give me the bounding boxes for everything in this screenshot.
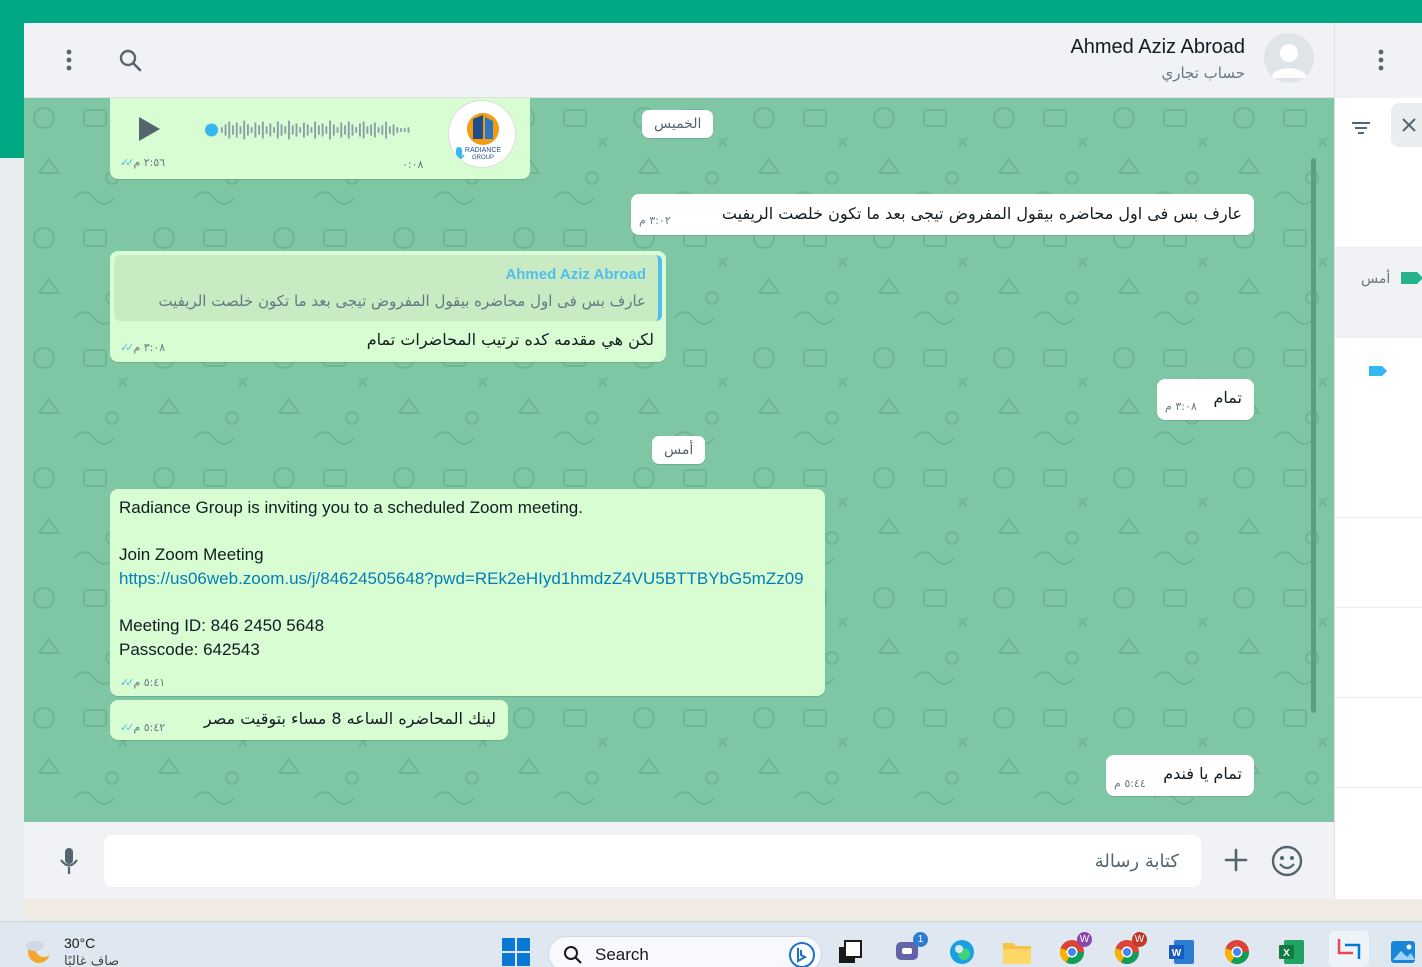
voice-timestamp: ٢:٥٦ م ✓✓ bbox=[120, 156, 166, 169]
message-timestamp: ٥:٤٤ م bbox=[1114, 777, 1146, 790]
chat-scrollbar[interactable] bbox=[1310, 98, 1318, 718]
read-ticks-icon: ✓✓ bbox=[120, 721, 135, 734]
label-tag-icon bbox=[1401, 270, 1422, 289]
menu-dots-icon[interactable] bbox=[1369, 47, 1393, 73]
outgoing-message[interactable]: تمام يا فندم ٥:٤٤ م bbox=[1106, 755, 1254, 796]
teams-chat-icon[interactable]: 1 bbox=[892, 932, 928, 967]
chat-messages-area[interactable]: ٠:٠٨ ٢:٥٦ م ✓✓ RADIANCE GROUP الخميس عارف… bbox=[24, 98, 1334, 822]
chrome-profile-badge: W bbox=[1077, 932, 1092, 947]
chat-list-item[interactable] bbox=[1335, 608, 1422, 698]
message-timestamp: ٥:٤١ م ✓✓ bbox=[120, 676, 166, 689]
chat-list-item[interactable] bbox=[1335, 338, 1422, 518]
quoted-message[interactable]: Ahmed Aziz Abroad عارف بس فى اول محاضره … bbox=[114, 255, 662, 321]
taskbar-search[interactable]: Search bbox=[548, 936, 822, 967]
contact-subtitle: حساب تجاري bbox=[1161, 64, 1245, 82]
contact-name[interactable]: Ahmed Aziz Abroad bbox=[1070, 36, 1245, 59]
search-icon[interactable] bbox=[117, 47, 143, 73]
chrome-profile-badge: W bbox=[1132, 932, 1147, 947]
chat-scrollbar-thumb[interactable] bbox=[1311, 158, 1316, 713]
incoming-message[interactable]: لينك المحاضره الساعه 8 مساء بتوقيت مصر ٥… bbox=[110, 700, 508, 740]
svg-text:RADIANCE: RADIANCE bbox=[465, 147, 502, 154]
message-text: لينك المحاضره الساعه 8 مساء بتوقيت مصر bbox=[203, 709, 496, 728]
read-ticks-icon: ✓✓ bbox=[120, 676, 135, 689]
weather-temp: 30°C bbox=[64, 935, 96, 951]
mic-badge-icon bbox=[451, 145, 467, 167]
attach-plus-icon[interactable] bbox=[1223, 847, 1249, 873]
chat-list-header bbox=[1335, 23, 1422, 98]
edge-icon[interactable] bbox=[946, 936, 978, 967]
chat-list-item[interactable] bbox=[1335, 158, 1422, 248]
chrome-profile-2-icon[interactable]: W bbox=[1111, 932, 1147, 967]
chrome-profile-3-icon[interactable] bbox=[1221, 936, 1253, 967]
emoji-icon[interactable] bbox=[1270, 844, 1304, 878]
chat-list-item-active[interactable]: أمس bbox=[1335, 248, 1422, 338]
chat-list-item[interactable] bbox=[1335, 518, 1422, 608]
incoming-zoom-message[interactable]: Radiance Group is inviting you to a sche… bbox=[110, 489, 825, 696]
date-separator-thursday: الخميس bbox=[642, 110, 714, 138]
app-left-strip bbox=[0, 23, 24, 158]
contact-avatar[interactable] bbox=[1264, 33, 1314, 83]
svg-text:X: X bbox=[1283, 948, 1290, 959]
zoom-meeting-id: Meeting ID: 846 2450 5648 bbox=[119, 616, 325, 635]
chat-header[interactable]: Ahmed Aziz Abroad حساب تجاري bbox=[24, 23, 1334, 98]
teams-badge: 1 bbox=[913, 932, 928, 947]
voice-waveform[interactable] bbox=[205, 118, 415, 142]
message-text: تمام bbox=[1213, 388, 1242, 407]
voice-duration: ٠:٠٨ bbox=[402, 158, 424, 171]
message-text: تمام يا فندم bbox=[1163, 764, 1242, 783]
menu-dots-icon[interactable] bbox=[57, 48, 81, 72]
app-top-strip bbox=[0, 0, 1422, 23]
close-search-button[interactable] bbox=[1391, 103, 1422, 147]
chrome-profile-1-icon[interactable]: W bbox=[1056, 932, 1092, 967]
excel-icon[interactable]: X bbox=[1276, 936, 1308, 967]
task-view-icon[interactable] bbox=[834, 936, 866, 967]
message-composer bbox=[24, 822, 1334, 899]
message-text: عارف بس فى اول محاضره بيقول المفروض تيجى… bbox=[721, 204, 1242, 223]
outgoing-message[interactable]: عارف بس فى اول محاضره بيقول المفروض تيجى… bbox=[631, 194, 1254, 235]
message-timestamp: ٥:٤٢ م ✓✓ bbox=[120, 721, 166, 734]
file-explorer-icon[interactable] bbox=[1001, 936, 1033, 967]
app-left-gutter bbox=[0, 158, 24, 921]
chat-list-date: أمس bbox=[1361, 271, 1391, 287]
voice-sender-avatar[interactable]: RADIANCE GROUP bbox=[448, 100, 516, 168]
chat-list-item[interactable] bbox=[1335, 698, 1422, 788]
bing-icon bbox=[789, 942, 815, 967]
taskbar-search-label: Search bbox=[595, 945, 649, 964]
zoom-meeting-link[interactable]: https://us06web.zoom.us/j/84624505648?pw… bbox=[119, 569, 804, 589]
windows-taskbar: 30°C صافٍ غالبًا Search 1 W W W X bbox=[0, 921, 1422, 967]
date-separator-yesterday: أمس bbox=[652, 436, 706, 464]
photos-icon[interactable] bbox=[1387, 936, 1419, 967]
voice-message-bubble[interactable]: ٠:٠٨ ٢:٥٦ م ✓✓ RADIANCE GROUP bbox=[110, 98, 530, 179]
label-tag-icon bbox=[1369, 362, 1387, 381]
message-input[interactable] bbox=[104, 835, 1201, 887]
outgoing-message[interactable]: تمام ٣:٠٨ م bbox=[1157, 379, 1254, 420]
svg-text:W: W bbox=[1172, 948, 1182, 959]
microphone-icon[interactable] bbox=[56, 846, 82, 876]
snipping-tool-icon[interactable] bbox=[1329, 931, 1369, 967]
quoted-author: Ahmed Aziz Abroad bbox=[505, 266, 646, 283]
message-timestamp: ٣:٠٨ م ✓✓ bbox=[120, 341, 166, 354]
read-ticks-icon: ✓✓ bbox=[120, 156, 135, 169]
chat-list-panel: أمس bbox=[1334, 23, 1422, 899]
weather-widget[interactable]: 30°C صافٍ غالبًا bbox=[22, 934, 142, 967]
zoom-invite-line: Radiance Group is inviting you to a sche… bbox=[119, 498, 583, 517]
incoming-reply-message[interactable]: Ahmed Aziz Abroad عارف بس فى اول محاضره … bbox=[110, 251, 666, 362]
windows-start-icon[interactable] bbox=[500, 936, 532, 967]
quoted-text: عارف بس فى اول محاضره بيقول المفروض تيجى… bbox=[158, 292, 646, 310]
weather-desc: صافٍ غالبًا bbox=[64, 954, 120, 967]
play-icon[interactable] bbox=[134, 114, 164, 144]
message-timestamp: ٣:٠٢ م bbox=[639, 214, 671, 227]
zoom-passcode: Passcode: 642543 bbox=[119, 640, 260, 659]
chat-list-filter-row bbox=[1335, 98, 1422, 158]
zoom-join-line: Join Zoom Meeting bbox=[119, 545, 264, 564]
word-icon[interactable]: W bbox=[1166, 936, 1198, 967]
message-text: لكن هي مقدمه كده ترتيب المحاضرات تمام bbox=[366, 330, 654, 349]
search-icon bbox=[564, 946, 582, 964]
filter-icon[interactable] bbox=[1349, 116, 1373, 140]
read-ticks-icon: ✓✓ bbox=[120, 341, 135, 354]
weather-moon-icon bbox=[22, 936, 56, 966]
message-timestamp: ٣:٠٨ م bbox=[1165, 400, 1197, 413]
svg-text:GROUP: GROUP bbox=[472, 155, 494, 161]
